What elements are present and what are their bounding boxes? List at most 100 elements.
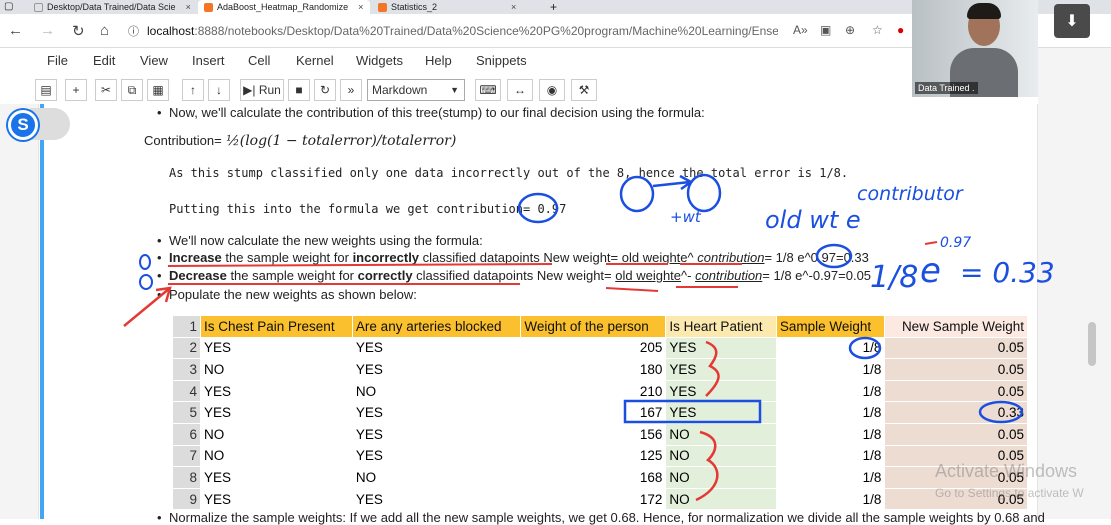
plus-icon: + — [72, 83, 80, 97]
cell-new-sample-weight: 0.05 — [884, 358, 1028, 381]
cell-weight: 172 — [520, 487, 667, 511]
insert-cell-button[interactable]: + — [65, 79, 87, 101]
cell-type-select[interactable]: Markdown ▼ — [367, 79, 465, 101]
keyboard-icon: ⌨ — [479, 83, 497, 97]
cell-sample-weight: 1/8 — [775, 487, 886, 511]
cut-button[interactable]: ✂ — [95, 79, 117, 101]
text-segment: New weight= — [539, 250, 622, 265]
close-icon[interactable]: × — [186, 2, 191, 12]
menu-kernel[interactable]: Kernel — [296, 53, 334, 68]
cell-arteries: YES — [351, 422, 522, 446]
table-row: 3 NO YES 180 YES 1/8 0.05 — [172, 358, 1028, 381]
webcam-overlay: Data Trained . — [912, 0, 1038, 97]
scrollbar-thumb[interactable] — [1088, 322, 1096, 366]
back-icon[interactable]: ← — [8, 22, 23, 39]
cell-heart-patient: NO — [665, 422, 777, 446]
move-down-button[interactable]: ↓ — [208, 79, 230, 101]
keyboard-button[interactable]: ⌨ — [475, 79, 501, 101]
activate-windows-watermark: Activate Windows — [935, 461, 1078, 481]
paste-button[interactable]: ▦ — [147, 79, 169, 101]
save-button[interactable]: ▤ — [35, 79, 57, 101]
text-line-populate: Populate the new weights as shown below: — [157, 287, 417, 302]
cell-arteries: YES — [351, 444, 522, 468]
right-panel — [1038, 48, 1111, 519]
cell-sample-weight: 1/8 — [775, 401, 886, 424]
preview-button[interactable]: ◉ — [539, 79, 565, 101]
menu-help[interactable]: Help — [425, 53, 452, 68]
tab-1[interactable]: Desktop/Data Trained/Data Scie × — [28, 0, 198, 14]
close-icon[interactable]: × — [511, 2, 516, 12]
menu-file[interactable]: File — [47, 53, 68, 68]
tab-2-title: AdaBoost_Heatmap_Randomize — [217, 2, 349, 12]
extension-icon[interactable]: ● — [897, 23, 904, 37]
download-icon[interactable]: ⬇ — [1054, 4, 1090, 38]
contribution-formula: Contribution= ½(log(1 − totalerror)/tota… — [144, 133, 456, 149]
text-segment: New weight= — [533, 268, 616, 283]
increase-word: Increase — [169, 250, 222, 265]
old-weight-link: old weighte — [621, 250, 688, 265]
cell-sample-weight: 1/8 — [775, 379, 886, 403]
cell-arteries: YES — [351, 487, 522, 511]
menu-snippets[interactable]: Snippets — [476, 53, 527, 68]
interrupt-button[interactable]: ■ — [288, 79, 310, 101]
tab-3[interactable]: Statistics_2 × — [372, 0, 542, 14]
webcam-label: Data Trained . — [915, 82, 978, 94]
old-weight-link: old weighte — [615, 268, 682, 283]
restart-button[interactable]: ↻ — [314, 79, 336, 101]
paste-icon: ▦ — [152, 83, 164, 97]
read-aloud-icon[interactable]: A» — [793, 23, 808, 37]
jupyter-icon — [378, 2, 387, 12]
new-tab-button[interactable]: + — [550, 0, 557, 14]
text-segment: the sample weight for — [221, 250, 353, 265]
run-icon: ▶| — [243, 83, 259, 97]
column-header: Is Chest Pain Present — [200, 315, 353, 338]
copy-button[interactable]: ⧉ — [121, 79, 143, 101]
menu-edit[interactable]: Edit — [93, 53, 115, 68]
immersive-reader-icon[interactable]: ▣ — [820, 23, 831, 37]
cell-heart-patient: YES — [665, 379, 777, 403]
text-segment: ^- — [681, 268, 696, 283]
cell-heart-patient: NO — [665, 466, 777, 489]
run-button[interactable]: ▶| Run — [240, 79, 284, 101]
text-segment: = 1/8 e^0.97=0.33 — [764, 250, 869, 265]
cell-chest-pain: YES — [200, 336, 353, 360]
url-path: :8888/notebooks/Desktop/Data%20Trained/D… — [194, 24, 778, 38]
favorite-icon[interactable]: ☆ — [872, 23, 883, 37]
column-header: Are any arteries blocked — [351, 315, 522, 338]
column-header: Sample Weight — [775, 315, 886, 338]
zoom-icon[interactable]: ⊕ — [845, 23, 855, 37]
close-icon[interactable]: × — [358, 2, 363, 12]
tools-button[interactable]: ⚒ — [571, 79, 597, 101]
total-error-text: As this stump classified only one data i… — [169, 166, 849, 180]
menu-widgets[interactable]: Widgets — [356, 53, 403, 68]
contribution-word: contribution — [697, 250, 765, 265]
resize-button[interactable]: ↔ — [507, 79, 533, 101]
cell-weight: 205 — [520, 336, 667, 360]
cell-weight: 180 — [520, 358, 667, 381]
scissors-icon: ✂ — [100, 83, 112, 97]
url-field[interactable]: ⓘ localhost :8888/notebooks/Desktop/Data… — [128, 20, 778, 42]
tab-1-title: Desktop/Data Trained/Data Scie — [47, 2, 176, 12]
text-line-contribution-intro: Now, we'll calculate the contribution of… — [157, 105, 705, 120]
move-up-button[interactable]: ↑ — [182, 79, 204, 101]
folder-icon — [34, 2, 43, 12]
row-number: 1 — [172, 315, 201, 338]
home-icon[interactable]: ⌂ — [100, 22, 109, 39]
menu-insert[interactable]: Insert — [192, 53, 225, 68]
s-badge-icon[interactable]: S — [8, 110, 38, 140]
reload-icon[interactable]: ↻ — [72, 22, 85, 40]
window-icon[interactable]: ▢ — [4, 1, 13, 12]
cell-arteries: YES — [351, 358, 522, 381]
eye-icon: ◉ — [546, 83, 558, 97]
row-number: 3 — [172, 358, 201, 381]
menu-cell[interactable]: Cell — [248, 53, 270, 68]
cell-arteries: NO — [351, 379, 522, 403]
tab-2[interactable]: AdaBoost_Heatmap_Randomize × — [198, 0, 370, 14]
table-row: 8 YES NO 168 NO 1/8 0.05 — [172, 466, 1028, 489]
restart-run-all-button[interactable]: » — [340, 79, 362, 101]
menu-view[interactable]: View — [140, 53, 168, 68]
text-segment: classified datapoints — [412, 268, 534, 283]
forward-icon[interactable]: → — [40, 22, 55, 39]
cell-sample-weight: 1/8 — [775, 444, 886, 468]
cell-heart-patient: NO — [665, 487, 777, 511]
